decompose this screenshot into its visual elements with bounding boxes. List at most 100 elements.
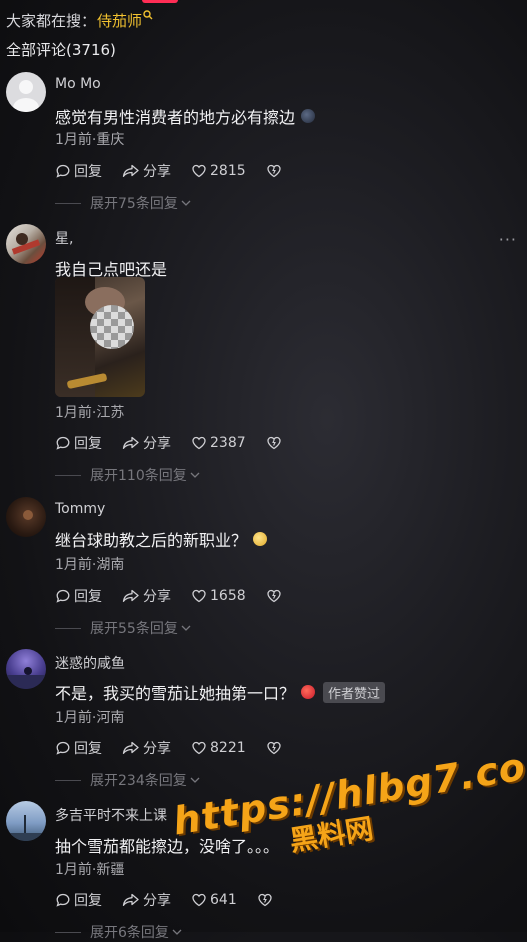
expand-replies-button[interactable]: 展开110条回复: [55, 465, 201, 485]
heart-icon: [192, 741, 206, 755]
broken-heart-icon: [258, 893, 272, 907]
chevron-down-icon: [172, 929, 182, 935]
comment-actions: 回复 分享 1658: [55, 586, 305, 606]
comment-text: 感觉有男性消费者的地方必有擦边: [55, 104, 316, 128]
heart-icon: [192, 164, 206, 178]
comment-author[interactable]: 迷惑的咸鱼: [55, 653, 125, 673]
expand-replies-label: 展开55条回复: [90, 621, 178, 637]
reply-label: 回复: [74, 741, 102, 757]
search-suggestion[interactable]: 大家都在搜： 侍茄师: [6, 10, 153, 31]
share-label: 分享: [143, 589, 171, 605]
more-options-icon[interactable]: ···: [499, 230, 517, 249]
heart-icon: [192, 436, 206, 450]
comment-meta: 1月前·新疆: [55, 862, 125, 878]
angry-emoji-icon: [301, 685, 316, 699]
chevron-down-icon: [181, 200, 191, 206]
broken-heart-icon: [266, 589, 281, 603]
like-count: 8221: [210, 740, 246, 756]
watermark-site-name: 黑料网: [287, 811, 376, 858]
like-button[interactable]: 8221: [191, 740, 246, 756]
expand-replies-button[interactable]: 展开6条回复: [55, 922, 183, 942]
comment-image[interactable]: [55, 277, 145, 397]
dislike-button[interactable]: [266, 435, 285, 451]
avatar[interactable]: [6, 801, 46, 841]
expand-divider: [55, 627, 81, 629]
search-suggestion-keyword[interactable]: 侍茄师: [97, 10, 142, 31]
expand-replies-label: 展开6条回复: [90, 925, 169, 941]
reply-icon: [56, 436, 70, 450]
share-button[interactable]: 分享: [122, 161, 171, 181]
share-icon: [122, 164, 139, 177]
chevron-down-icon: [181, 625, 191, 631]
comment-author[interactable]: Mo Mo: [55, 76, 101, 92]
share-label: 分享: [143, 164, 171, 180]
share-icon: [122, 741, 139, 754]
share-label: 分享: [143, 893, 171, 909]
like-button[interactable]: 641: [191, 892, 237, 908]
like-button[interactable]: 1658: [191, 588, 246, 604]
like-count: 1658: [210, 588, 246, 604]
share-button[interactable]: 分享: [122, 586, 171, 606]
expand-replies-button[interactable]: 展开234条回复: [55, 770, 201, 790]
share-icon: [122, 589, 139, 602]
dislike-button[interactable]: [266, 163, 285, 179]
comment-text-content: 感觉有男性消费者的地方必有擦边: [55, 108, 296, 127]
emoji-icon: [301, 109, 316, 123]
share-button[interactable]: 分享: [122, 890, 171, 910]
mosaic-blur: [90, 305, 134, 349]
like-button[interactable]: 2815: [191, 163, 246, 179]
dislike-button[interactable]: [266, 588, 285, 604]
expand-replies-label: 展开75条回复: [90, 196, 178, 212]
share-label: 分享: [143, 436, 171, 452]
comment-text: 不是，我买的雪茄让她抽第一口？ 作者赞过: [55, 680, 386, 704]
share-button[interactable]: 分享: [122, 433, 171, 453]
share-label: 分享: [143, 741, 171, 757]
reply-icon: [56, 741, 70, 755]
reply-label: 回复: [74, 436, 102, 452]
avatar[interactable]: [6, 497, 46, 537]
chevron-down-icon: [190, 777, 200, 783]
avatar[interactable]: [6, 72, 46, 112]
expand-replies-label: 展开234条回复: [90, 773, 187, 789]
broken-heart-icon: [266, 741, 281, 755]
comment-text: 继台球助教之后的新职业？: [55, 527, 268, 551]
reply-icon: [56, 164, 70, 178]
reply-label: 回复: [74, 589, 102, 605]
heart-icon: [192, 893, 206, 907]
expand-replies-button[interactable]: 展开75条回复: [55, 193, 192, 213]
comment-author[interactable]: 多吉平时不来上课: [55, 805, 167, 825]
chevron-down-icon: [190, 472, 200, 478]
comment-meta: 1月前·湖南: [55, 557, 125, 573]
comment-actions: 回复 分享 8221: [55, 738, 305, 758]
expand-divider: [55, 779, 81, 781]
comment-author[interactable]: Tommy: [55, 501, 105, 517]
reply-button[interactable]: 回复: [55, 433, 102, 453]
reply-button[interactable]: 回复: [55, 738, 102, 758]
comment-text-content: 抽个雪茄都能擦边，没啥了。。。: [55, 837, 280, 856]
comment-text-content: 继台球助教之后的新职业？: [55, 531, 248, 550]
avatar[interactable]: [6, 649, 46, 689]
like-count: 2815: [210, 163, 246, 179]
share-button[interactable]: 分享: [122, 738, 171, 758]
reply-button[interactable]: 回复: [55, 890, 102, 910]
comment-author[interactable]: 星,: [55, 228, 73, 248]
expand-divider: [55, 474, 81, 476]
comment-text: 抽个雪茄都能擦边，没啥了。。。: [55, 833, 279, 857]
dislike-button[interactable]: [266, 740, 285, 756]
avatar[interactable]: [6, 224, 46, 264]
reply-label: 回复: [74, 164, 102, 180]
like-button[interactable]: 2387: [191, 435, 246, 451]
comment-meta: 1月前·江苏: [55, 405, 125, 421]
expand-replies-button[interactable]: 展开55条回复: [55, 618, 192, 638]
search-suggestion-prefix: 大家都在搜：: [6, 12, 97, 30]
reply-button[interactable]: 回复: [55, 586, 102, 606]
comment-meta: 1月前·重庆: [55, 132, 125, 148]
reply-button[interactable]: 回复: [55, 161, 102, 181]
expand-replies-label: 展开110条回复: [90, 468, 187, 484]
emoji-icon: [253, 532, 268, 546]
dislike-button[interactable]: [257, 892, 276, 908]
share-icon: [122, 436, 139, 449]
heart-icon: [192, 589, 206, 603]
broken-heart-icon: [266, 436, 281, 450]
comment-actions: 回复 分享 2387: [55, 433, 305, 453]
